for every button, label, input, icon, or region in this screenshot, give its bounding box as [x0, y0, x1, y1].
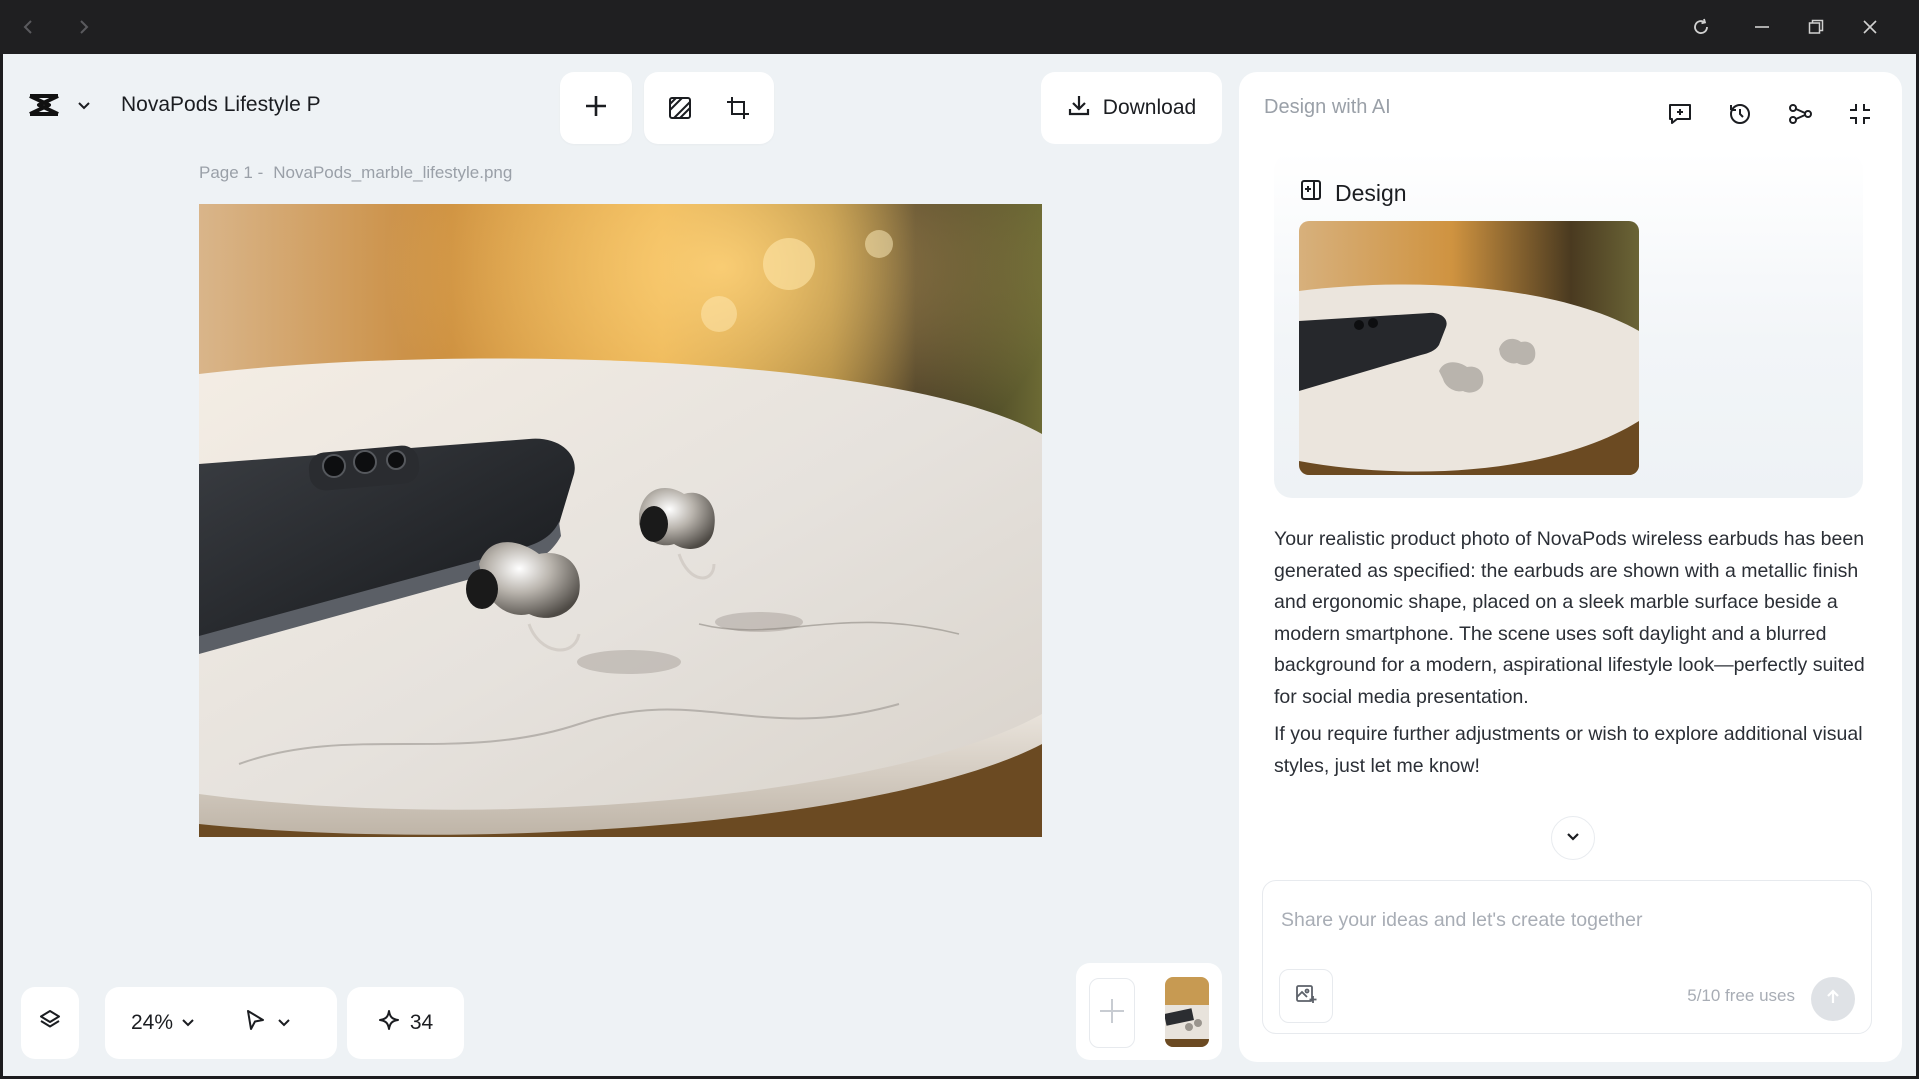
- free-uses-counter: 5/10 free uses: [1687, 986, 1795, 1005]
- canvas-tools-group: [644, 72, 774, 144]
- add-element-button[interactable]: [560, 72, 632, 144]
- close-icon[interactable]: [1843, 0, 1897, 54]
- send-button[interactable]: [1811, 977, 1855, 1021]
- remove-background-icon[interactable]: [652, 80, 708, 136]
- capcut-logo-icon: [21, 82, 67, 128]
- ai-message-paragraph-1: Your realistic product photo of NovaPods…: [1274, 528, 1865, 708]
- layers-icon: [38, 1008, 62, 1038]
- chevron-down-icon: [1565, 828, 1581, 849]
- layers-button[interactable]: [21, 987, 79, 1059]
- design-card-title: Design: [1335, 179, 1407, 206]
- chevron-down-icon: [181, 1011, 195, 1035]
- window-titlebar: [0, 0, 1919, 54]
- design-thumbnail[interactable]: [1299, 221, 1639, 475]
- design-result-card[interactable]: Design: [1274, 152, 1863, 498]
- download-icon: [1067, 93, 1091, 123]
- collapse-icon[interactable]: [1832, 86, 1888, 142]
- resize-canvas-icon[interactable]: [710, 80, 766, 136]
- share-icon[interactable]: [1772, 86, 1828, 142]
- arrow-up-icon: [1824, 988, 1842, 1011]
- app-workspace: NovaPods Lifestyle P Download Page 1 - No…: [3, 54, 1916, 1076]
- panel-title: Design with AI: [1264, 96, 1391, 118]
- file-name[interactable]: NovaPods_marble_lifestyle.png: [273, 163, 512, 182]
- project-selector[interactable]: NovaPods Lifestyle P: [21, 75, 321, 135]
- minimize-icon[interactable]: [1735, 0, 1789, 54]
- zoom-dropdown[interactable]: 24%: [131, 1011, 195, 1035]
- add-page-button[interactable]: [1089, 978, 1135, 1048]
- history-icon[interactable]: [1712, 86, 1768, 142]
- image-upload-button[interactable]: [1279, 969, 1333, 1023]
- reload-icon[interactable]: [1674, 0, 1728, 54]
- pointer-icon: [243, 1008, 267, 1038]
- page-thumbnail[interactable]: [1165, 977, 1209, 1047]
- plus-icon: [1097, 996, 1127, 1031]
- restore-icon[interactable]: [1789, 0, 1843, 54]
- pages-strip: [1076, 963, 1222, 1060]
- canvas-image[interactable]: [199, 204, 1042, 837]
- zoom-value: 24%: [131, 1011, 174, 1034]
- zoom-and-pointer-group: 24%: [105, 987, 337, 1059]
- chevron-down-icon[interactable]: [71, 92, 97, 118]
- project-title[interactable]: NovaPods Lifestyle P: [121, 93, 321, 117]
- prompt-box: 5/10 free uses: [1262, 880, 1872, 1034]
- credits-count: 34: [409, 1011, 434, 1034]
- image-add-icon: [1295, 983, 1317, 1010]
- page-label: Page 1 - NovaPods_marble_lifestyle.png: [199, 163, 512, 183]
- scroll-down-button[interactable]: [1551, 816, 1595, 860]
- chevron-down-icon: [277, 1011, 291, 1035]
- ai-message: Your realistic product photo of NovaPods…: [1274, 524, 1874, 782]
- ai-design-panel: Design with AI Design Your realistic pro…: [1239, 72, 1902, 1062]
- panel-toolbar: [1652, 86, 1888, 142]
- download-button[interactable]: Download: [1041, 72, 1222, 144]
- plus-icon: [583, 93, 609, 124]
- sparkle-icon: [378, 1009, 400, 1037]
- ai-message-paragraph-2: If you require further adjustments or wi…: [1274, 723, 1863, 777]
- pointer-tool-dropdown[interactable]: [243, 1008, 291, 1038]
- prompt-input[interactable]: [1281, 909, 1841, 932]
- credits-button[interactable]: 34: [347, 987, 464, 1059]
- download-label: Download: [1102, 96, 1197, 119]
- chevron-left-icon[interactable]: [2, 0, 56, 54]
- chevron-right-icon[interactable]: [56, 0, 110, 54]
- design-card-header: Design: [1299, 178, 1407, 208]
- new-chat-icon[interactable]: [1652, 86, 1708, 142]
- design-icon: [1299, 178, 1323, 208]
- page-number: Page 1 -: [199, 163, 264, 182]
